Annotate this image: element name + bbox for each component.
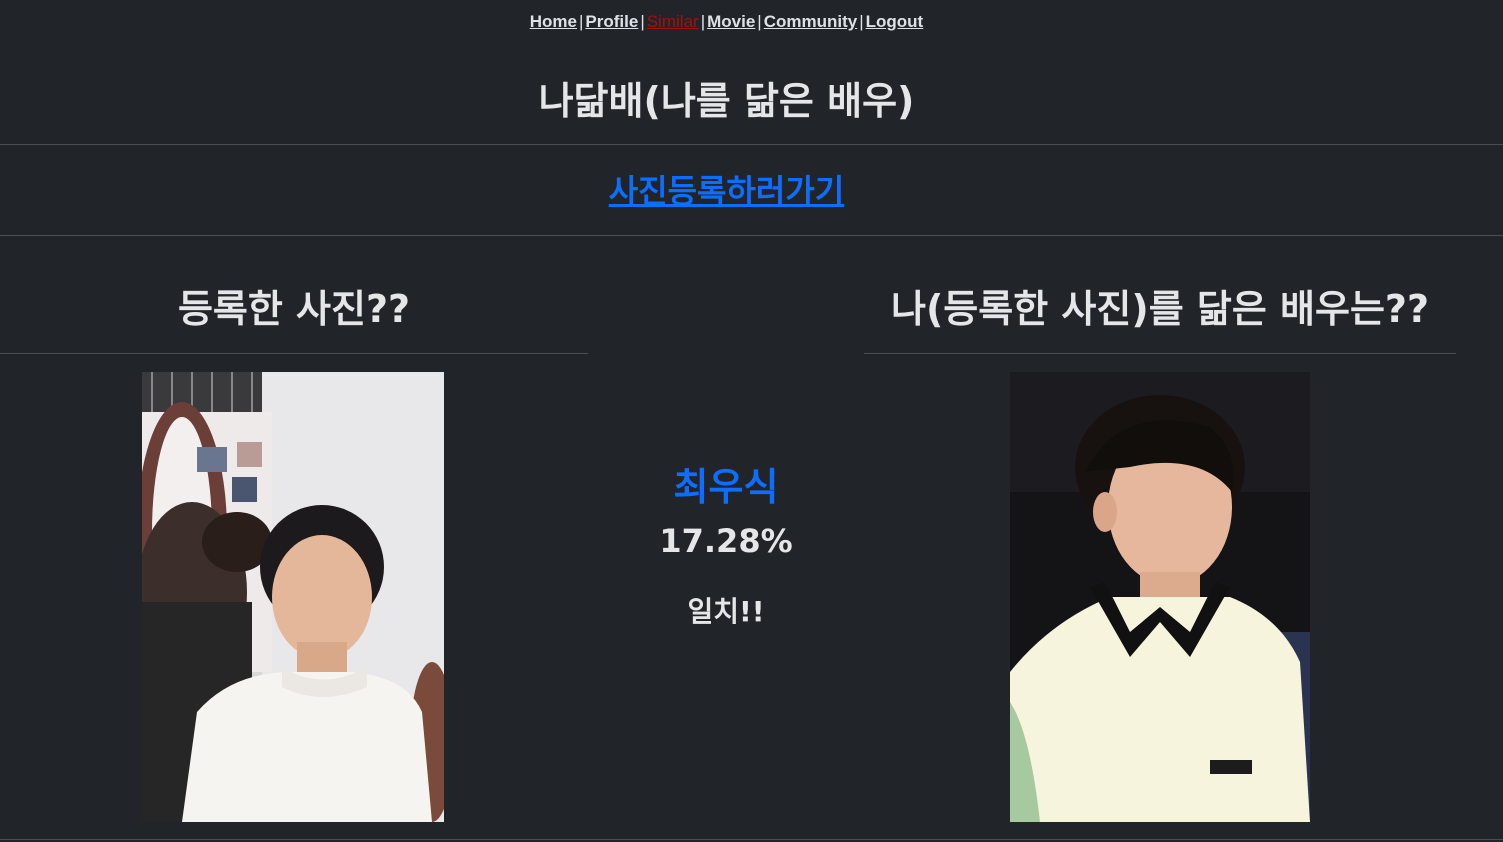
nav-similar-link[interactable]: Similar (647, 12, 699, 31)
nav-home-link[interactable]: Home (530, 12, 577, 31)
divider (0, 839, 1503, 840)
divider (0, 144, 1503, 145)
nav-separator: | (757, 12, 762, 31)
actor-photo-image (1010, 372, 1310, 822)
nav-separator: | (859, 12, 864, 31)
nav-logout-link[interactable]: Logout (866, 12, 924, 31)
uploaded-photo (142, 372, 444, 822)
uploaded-photo-image (142, 372, 444, 822)
nav-separator: | (700, 12, 706, 31)
nav-separator: | (578, 12, 584, 31)
nav-community-link[interactable]: Community (764, 12, 858, 31)
actor-photo (1010, 372, 1310, 822)
nav-movie-link[interactable]: Movie (707, 12, 755, 31)
match-percent: 17.28% (659, 522, 793, 560)
nav-profile-link[interactable]: Profile (585, 12, 638, 31)
uploaded-photo-heading: 등록한 사진?? (177, 287, 411, 331)
divider (0, 235, 1503, 236)
upload-photo-link[interactable]: 사진등록하러가기 (609, 172, 845, 210)
divider (864, 353, 1456, 354)
page-title: 나닮배(나를 닮은 배우) (538, 79, 915, 123)
nav-separator: | (640, 12, 645, 31)
divider (0, 353, 588, 354)
upload-link-wrapper: 사진등록하러가기 (0, 166, 1453, 212)
similar-actor-heading: 나(등록한 사진)를 닮은 배우는?? (890, 287, 1430, 331)
match-label: 일치!! (687, 595, 765, 628)
matched-actor-name: 최우식 (673, 465, 779, 509)
top-nav: Home | Profile | Similar | Movie | Community | Log… (0, 12, 1453, 32)
